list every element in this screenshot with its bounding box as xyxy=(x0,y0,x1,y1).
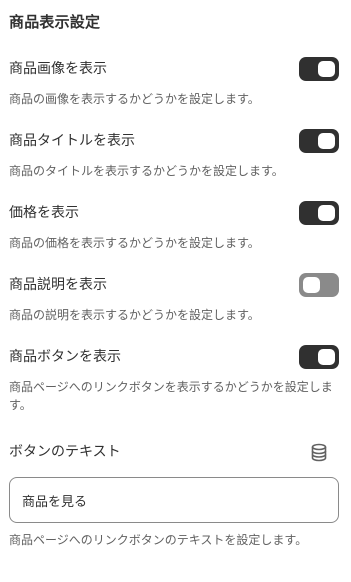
setting-help-text: 商品のタイトルを表示するかどうかを設定します。 xyxy=(9,164,284,178)
setting-label: 商品説明を表示 xyxy=(9,277,107,293)
setting-label: 商品タイトルを表示 xyxy=(9,133,135,149)
show-product-title-toggle[interactable] xyxy=(299,129,339,153)
setting-help-text: 商品ページへのリンクボタンを表示するかどうかを設定します。 xyxy=(9,380,333,412)
toggle-knob xyxy=(303,277,320,293)
setting-help-text: 商品の価格を表示するかどうかを設定します。 xyxy=(9,236,260,250)
button-text-label: ボタンのテキスト xyxy=(9,444,121,460)
setting-label: 商品ボタンを表示 xyxy=(9,349,121,365)
show-price-toggle[interactable] xyxy=(299,201,339,225)
toggle-knob xyxy=(318,205,335,221)
show-product-button-toggle[interactable] xyxy=(299,345,339,369)
show-product-description-toggle[interactable] xyxy=(299,273,339,297)
button-text-help: 商品ページへのリンクボタンのテキストを設定します。 xyxy=(9,533,308,547)
database-icon[interactable] xyxy=(310,443,328,463)
show-product-image-toggle[interactable] xyxy=(299,57,339,81)
toggle-knob xyxy=(318,349,335,365)
section-title: 商品表示設定 xyxy=(9,13,101,31)
setting-help-text: 商品の画像を表示するかどうかを設定します。 xyxy=(9,92,260,106)
setting-label: 価格を表示 xyxy=(9,205,79,221)
product-display-settings-panel: 商品表示設定 商品画像を表示 商品の画像を表示するかどうかを設定します。 商品タ… xyxy=(0,0,351,582)
toggle-knob xyxy=(318,133,335,149)
toggle-knob xyxy=(318,61,335,77)
setting-help-text: 商品の説明を表示するかどうかを設定します。 xyxy=(9,308,260,322)
setting-label: 商品画像を表示 xyxy=(9,61,107,77)
button-text-input[interactable] xyxy=(9,477,339,523)
